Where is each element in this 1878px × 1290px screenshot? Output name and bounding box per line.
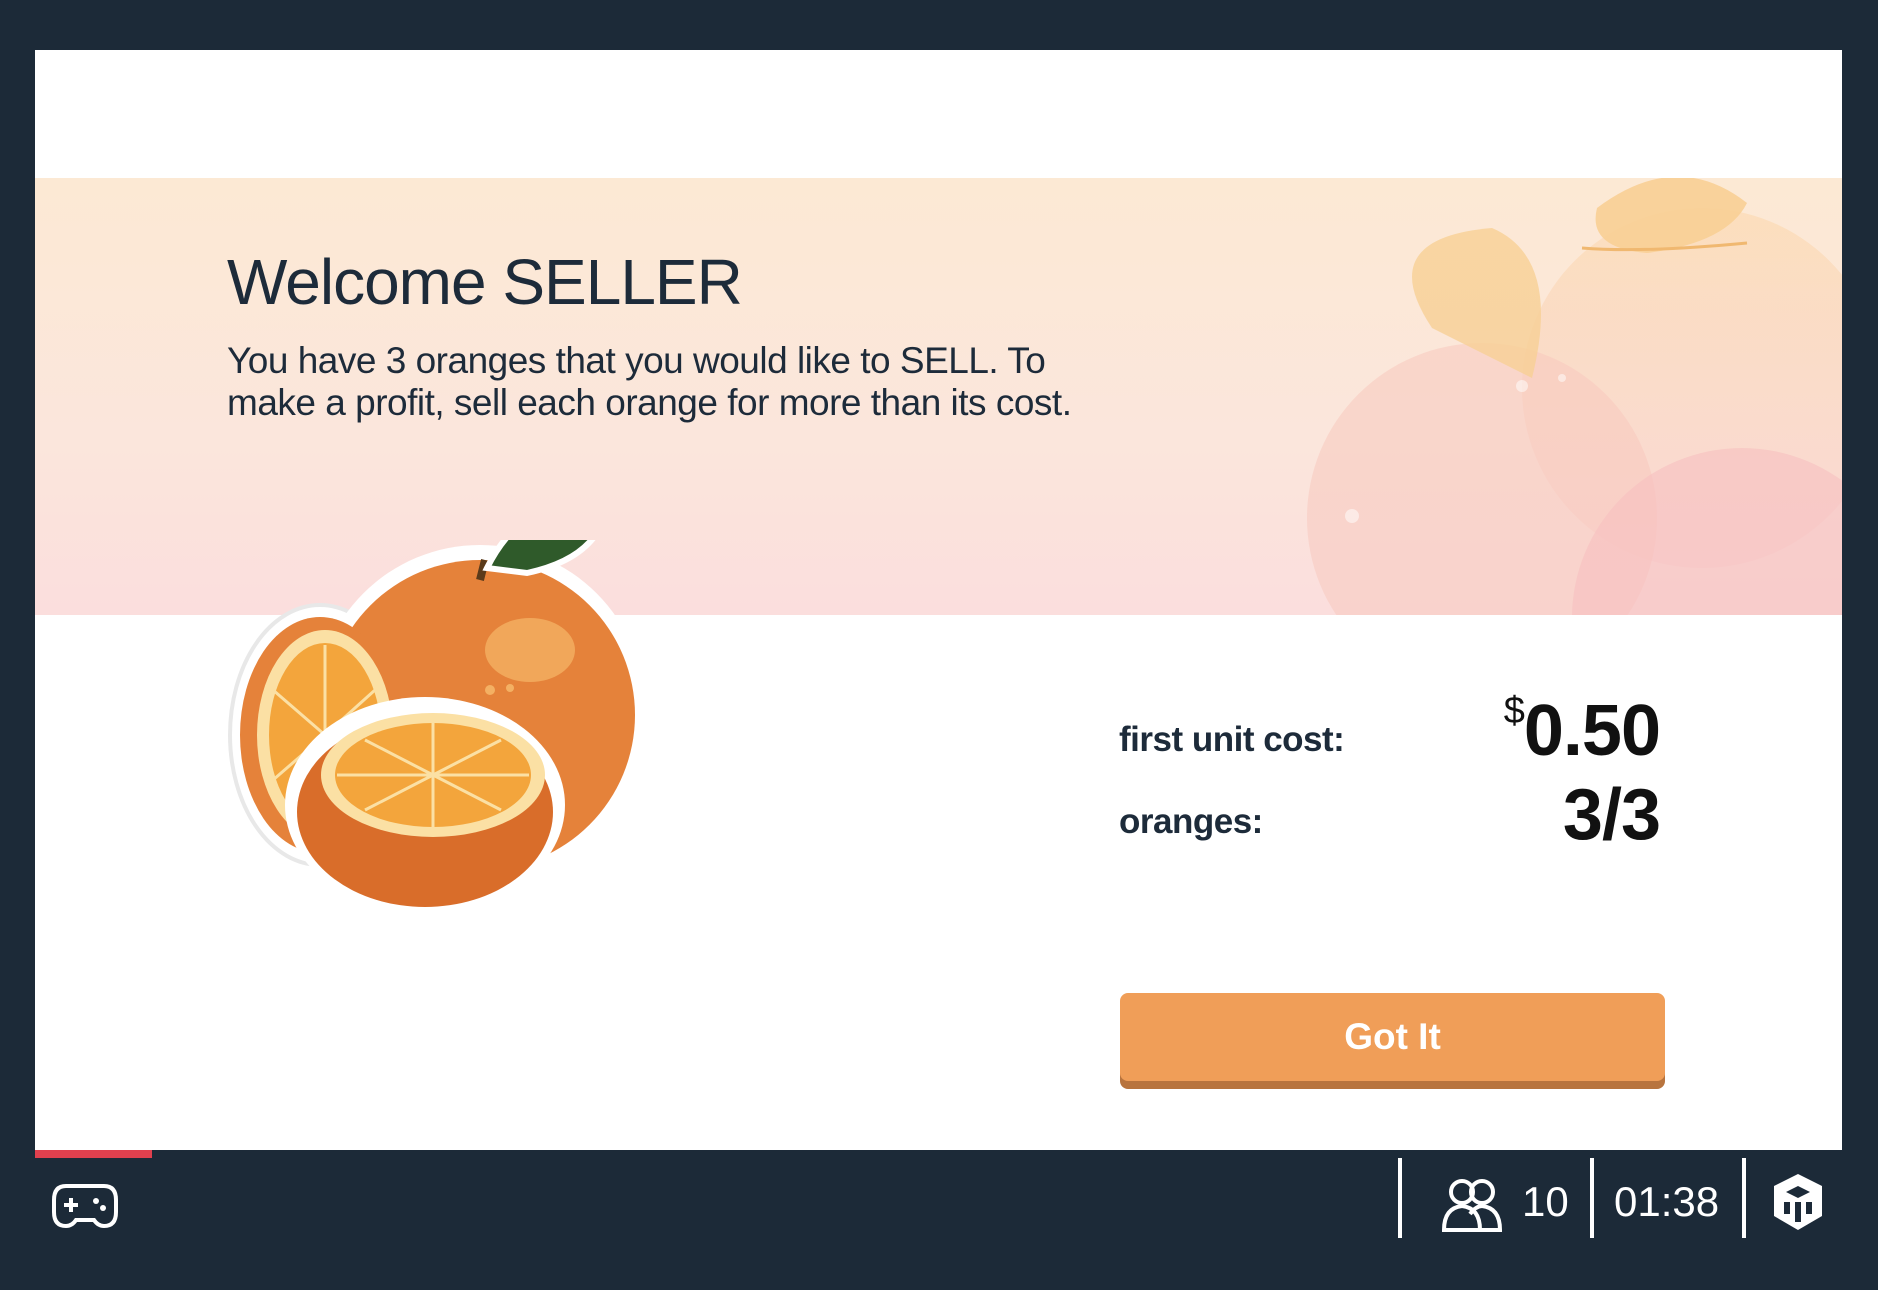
gamepad-icon[interactable] (52, 1180, 118, 1230)
first-unit-cost-value: $0.50 (1503, 690, 1661, 772)
decorative-oranges-icon (1307, 178, 1842, 615)
footer-divider (1398, 1158, 1402, 1238)
logo-icon (1774, 1174, 1822, 1230)
players-count: 10 (1522, 1178, 1569, 1225)
oranges-illustration-icon (228, 540, 645, 913)
welcome-dialog: Welcome SELLER You have 3 oranges that y… (35, 50, 1842, 1150)
players-icon (1441, 1179, 1503, 1232)
footer-divider (1590, 1158, 1594, 1238)
welcome-description: You have 3 oranges that you would like t… (227, 340, 1072, 423)
currency-symbol: $ (1503, 690, 1525, 732)
oranges-label: oranges: (1119, 802, 1263, 841)
footer-divider (1742, 1158, 1746, 1238)
progress-bar (35, 1150, 153, 1158)
timer: 01:38 (1614, 1178, 1720, 1225)
got-it-button[interactable]: Got It (1120, 993, 1665, 1081)
cost-amount: 0.50 (1523, 691, 1661, 771)
first-unit-cost-label: first unit cost: (1119, 720, 1345, 759)
oranges-count: 3/3 (1562, 775, 1661, 855)
welcome-title: Welcome SELLER (227, 246, 743, 318)
